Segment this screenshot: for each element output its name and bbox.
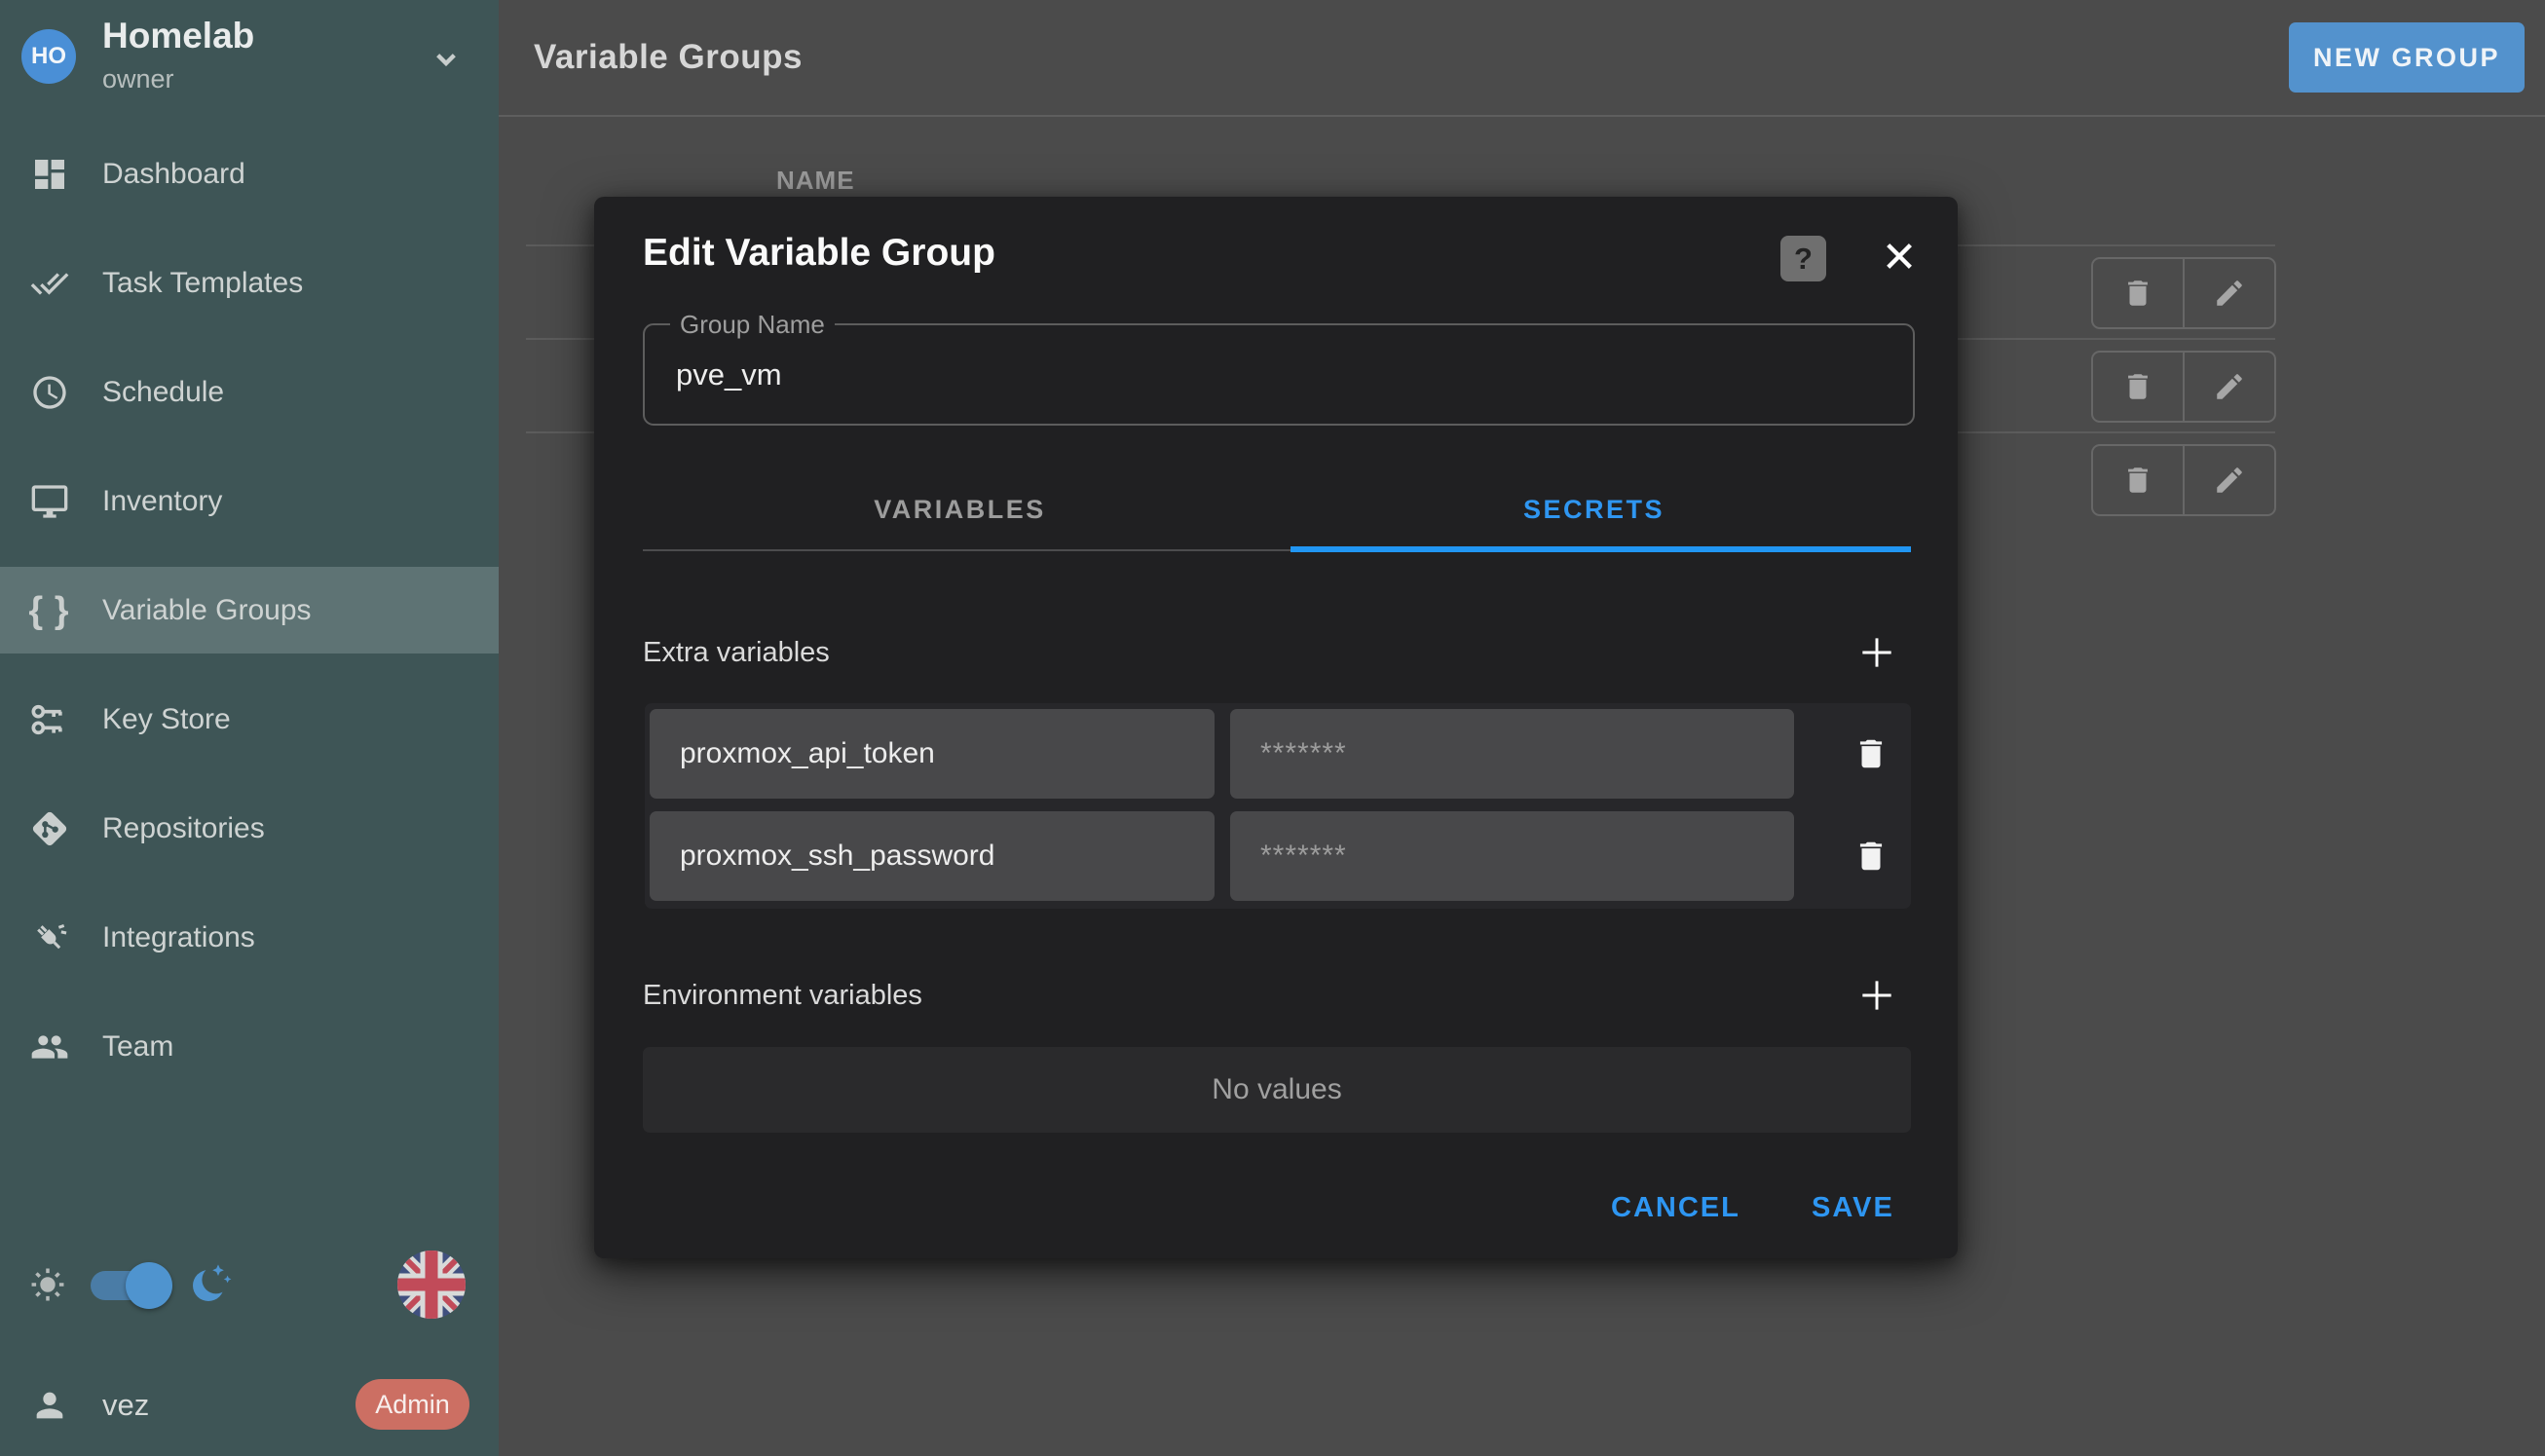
- sidebar-item-key-store[interactable]: Key Store: [0, 676, 499, 763]
- cancel-button[interactable]: CANCEL: [1588, 1182, 1764, 1233]
- secret-value-input[interactable]: *******: [1230, 709, 1794, 799]
- sidebar-item-variable-groups[interactable]: { } Variable Groups: [0, 567, 499, 653]
- secret-name-input[interactable]: proxmox_ssh_password: [650, 811, 1215, 901]
- sidebar-item-dashboard[interactable]: Dashboard: [0, 131, 499, 217]
- save-button[interactable]: SAVE: [1788, 1182, 1918, 1233]
- tab-active-indicator: [1291, 546, 1911, 552]
- help-button[interactable]: ?: [1780, 236, 1826, 281]
- secret-value-input[interactable]: *******: [1230, 811, 1794, 901]
- app-root: HO Homelab owner Dashboard Task Template…: [0, 0, 2545, 1456]
- add-extra-variable-button[interactable]: [1855, 631, 1898, 674]
- username: vez: [102, 1377, 149, 1434]
- close-icon[interactable]: ✕: [1872, 230, 1927, 284]
- sidebar-item-schedule[interactable]: Schedule: [0, 349, 499, 435]
- keys-icon: [30, 700, 69, 739]
- admin-badge: Admin: [356, 1379, 469, 1430]
- table-column-name: NAME: [776, 166, 855, 196]
- project-switcher[interactable]: HO Homelab owner: [0, 0, 499, 117]
- git-icon: [30, 809, 69, 848]
- sidebar-nav: Dashboard Task Templates Schedule Invent…: [0, 131, 499, 1112]
- delete-button[interactable]: [2093, 259, 2185, 327]
- dialog-title: Edit Variable Group: [643, 232, 995, 275]
- delete-secret-button[interactable]: [1832, 811, 1910, 901]
- table-row-actions: [2091, 351, 2276, 423]
- braces-icon: { }: [30, 591, 69, 630]
- sidebar-item-team[interactable]: Team: [0, 1003, 499, 1090]
- group-name-value: pve_vm: [676, 325, 782, 424]
- no-values-panel: No values: [643, 1047, 1911, 1133]
- secret-name-input[interactable]: proxmox_api_token: [650, 709, 1215, 799]
- environment-variables-label: Environment variables: [643, 980, 922, 1012]
- delete-button[interactable]: [2093, 353, 2185, 421]
- page-header: Variable Groups NEW GROUP: [499, 0, 2545, 117]
- people-icon: [30, 1027, 69, 1066]
- theme-row: [0, 1254, 499, 1315]
- add-environment-variable-button[interactable]: [1855, 974, 1898, 1017]
- page-title: Variable Groups: [534, 0, 803, 115]
- dark-mode-toggle[interactable]: [91, 1271, 167, 1300]
- edit-button[interactable]: [2185, 353, 2274, 421]
- edit-button[interactable]: [2185, 446, 2274, 514]
- sidebar-item-integrations[interactable]: Integrations: [0, 894, 499, 981]
- uk-flag-icon[interactable]: [397, 1251, 466, 1319]
- table-row-actions: [2091, 257, 2276, 329]
- group-name-field[interactable]: Group Name pve_vm: [643, 323, 1915, 426]
- sun-icon: [27, 1264, 68, 1305]
- project-role: owner: [102, 64, 174, 94]
- clock-icon: [30, 373, 69, 412]
- tab-secrets[interactable]: SECRETS: [1277, 469, 1911, 549]
- sidebar-item-repositories[interactable]: Repositories: [0, 785, 499, 872]
- toggle-knob: [126, 1262, 172, 1309]
- sidebar-item-inventory[interactable]: Inventory: [0, 458, 499, 544]
- sidebar-item-task-templates[interactable]: Task Templates: [0, 240, 499, 326]
- project-avatar: HO: [21, 29, 76, 84]
- tab-track: [643, 549, 1291, 551]
- table-row-actions: [2091, 444, 2276, 516]
- dialog-tabs: VARIABLES SECRETS: [643, 469, 1911, 553]
- new-group-button[interactable]: NEW GROUP: [2289, 22, 2525, 93]
- double-check-icon: [30, 264, 69, 303]
- person-icon: [30, 1386, 69, 1425]
- chevron-down-icon: [427, 39, 466, 78]
- plug-icon: [30, 918, 69, 957]
- delete-secret-button[interactable]: [1832, 709, 1910, 799]
- extra-variables-label: Extra variables: [643, 637, 830, 669]
- project-name: Homelab: [102, 16, 254, 56]
- delete-button[interactable]: [2093, 446, 2185, 514]
- secret-rows-panel: proxmox_api_token ******* proxmox_ssh_pa…: [645, 703, 1911, 909]
- tab-variables[interactable]: VARIABLES: [643, 469, 1277, 549]
- moon-icon: [188, 1260, 235, 1307]
- monitor-icon: [30, 482, 69, 521]
- edit-button[interactable]: [2185, 259, 2274, 327]
- sidebar: HO Homelab owner Dashboard Task Template…: [0, 0, 499, 1456]
- dashboard-icon: [30, 155, 69, 194]
- edit-variable-group-dialog: Edit Variable Group ? ✕ Group Name pve_v…: [594, 197, 1958, 1258]
- user-row[interactable]: vez Admin: [0, 1377, 499, 1434]
